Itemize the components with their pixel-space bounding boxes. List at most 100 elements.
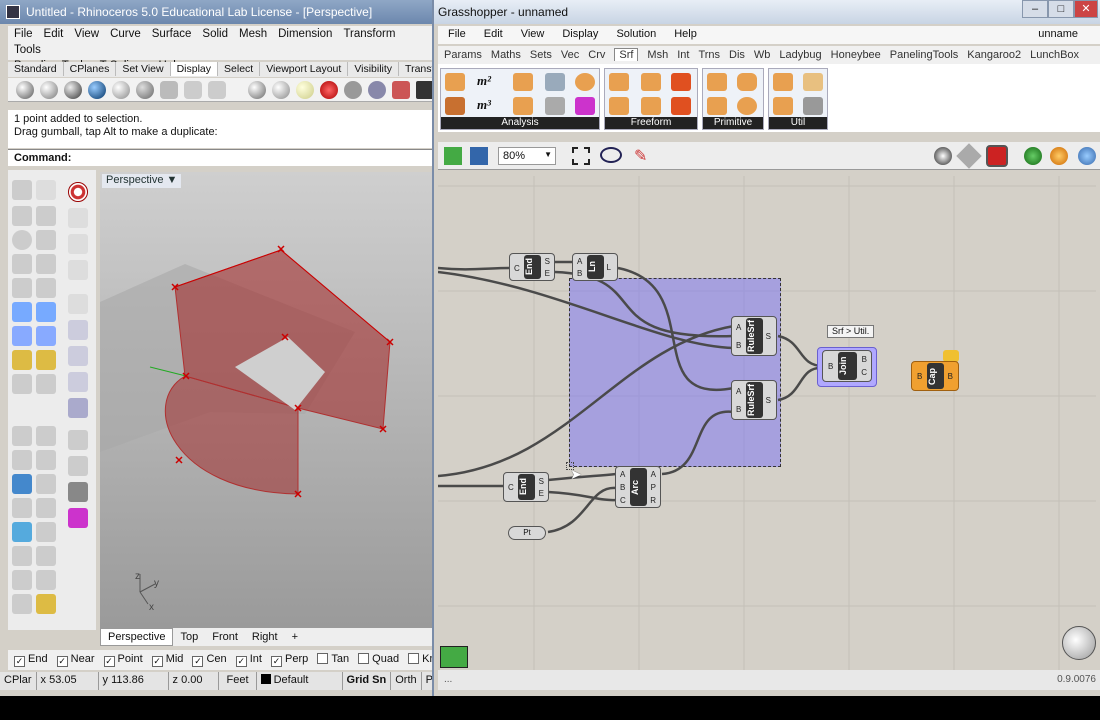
sweep-icon[interactable]: [671, 73, 691, 91]
deconstruct-brep-icon[interactable]: [445, 97, 465, 115]
surface-points-icon[interactable]: [575, 97, 595, 115]
menu-curve[interactable]: Curve: [110, 26, 141, 42]
grid-icon[interactable]: [12, 546, 32, 566]
cancel-render-icon[interactable]: [392, 81, 410, 99]
trim-icon[interactable]: [36, 374, 56, 394]
osnap-end-checkbox[interactable]: ✓: [14, 656, 25, 667]
cap-holes-icon[interactable]: [773, 73, 793, 91]
dimension-icon[interactable]: [12, 374, 32, 394]
status-ortho[interactable]: Orth: [391, 672, 422, 690]
preview-wire-icon[interactable]: [934, 147, 952, 165]
maximize-button[interactable]: □: [1048, 0, 1074, 18]
cat-msh[interactable]: Msh: [647, 49, 668, 61]
cat-crv[interactable]: Crv: [588, 49, 605, 61]
cplane-icon[interactable]: [68, 234, 88, 254]
perspective-viewport[interactable]: z y x: [100, 172, 432, 628]
rail-revolution-icon[interactable]: [671, 97, 691, 115]
menu-dimension[interactable]: Dimension: [278, 26, 332, 42]
gh-menu-help[interactable]: Help: [674, 28, 697, 40]
scale-icon[interactable]: [68, 456, 88, 476]
patch-icon[interactable]: [641, 97, 661, 115]
copy-trim-icon[interactable]: [773, 97, 793, 115]
blue-sphere-icon[interactable]: [88, 81, 106, 99]
join-icon[interactable]: [36, 498, 56, 518]
viewport-title[interactable]: Perspective ▼: [102, 174, 182, 188]
circle-icon[interactable]: [12, 230, 32, 250]
target-icon[interactable]: [320, 81, 338, 99]
pen-icon[interactable]: [184, 81, 202, 99]
dimensions-icon[interactable]: [545, 73, 565, 91]
turntable-icon[interactable]: [368, 81, 386, 99]
gh-component-end-points[interactable]: C End S E: [503, 472, 549, 502]
plane-surface-icon[interactable]: [707, 97, 727, 115]
osnap-quad-checkbox[interactable]: [358, 653, 370, 664]
viewport-tab-right[interactable]: Right: [245, 629, 285, 645]
menu-surface[interactable]: Surface: [152, 26, 192, 42]
gumball-icon[interactable]: [68, 208, 88, 228]
preview-shaded-icon[interactable]: [956, 143, 982, 169]
freeform-icon[interactable]: [36, 278, 56, 298]
osnap-mid-checkbox[interactable]: ✓: [151, 656, 163, 667]
tab-cplanes[interactable]: CPlanes: [64, 62, 117, 76]
preview-eye-icon[interactable]: [600, 147, 622, 163]
wireframe-sphere-icon[interactable]: [16, 81, 34, 99]
curve-icon[interactable]: [36, 206, 56, 226]
ghosted-sphere-icon[interactable]: [112, 81, 130, 99]
loft-icon[interactable]: [609, 73, 629, 91]
viewport-tab-perspective[interactable]: Perspective: [100, 628, 174, 646]
gh-component-cap-holes[interactable]: B Cap B: [911, 361, 959, 391]
layer-icon[interactable]: [12, 522, 32, 542]
mesh-preview-icon[interactable]: [1078, 147, 1096, 165]
status-layer[interactable]: Default: [257, 672, 343, 690]
tab-transform[interactable]: Transfo: [399, 62, 432, 76]
gh-menu-edit[interactable]: Edit: [484, 28, 503, 40]
mesh-icon[interactable]: [36, 350, 56, 370]
bulb-icon[interactable]: [296, 81, 314, 99]
cat-panelingtools[interactable]: PanelingTools: [890, 49, 959, 61]
evaluate-icon[interactable]: [575, 73, 595, 91]
gh-component-brep-join[interactable]: B Join B C: [822, 350, 872, 382]
osnap-point-checkbox[interactable]: ✓: [103, 656, 115, 667]
artistic-icon[interactable]: [208, 81, 226, 99]
technical-icon[interactable]: [160, 81, 178, 99]
gh-component-rule-surface[interactable]: A B RuleSrf S: [731, 316, 777, 356]
close-button[interactable]: ✕: [1074, 0, 1098, 18]
point-icon[interactable]: [36, 180, 56, 200]
bake-icon[interactable]: [1024, 147, 1042, 165]
sketch-pen-icon[interactable]: ✎: [634, 146, 654, 166]
render-tool-icon[interactable]: [36, 594, 56, 614]
plugin-gear-icon[interactable]: [68, 508, 88, 528]
hatch-icon[interactable]: [12, 498, 32, 518]
menu-mesh[interactable]: Mesh: [239, 26, 267, 42]
volume-icon[interactable]: m³: [477, 97, 497, 115]
gh-component-rule-surface[interactable]: A B RuleSrf S: [731, 380, 777, 420]
cat-wb[interactable]: Wb: [754, 49, 771, 61]
arc-icon[interactable]: [12, 254, 32, 274]
open-file-icon[interactable]: [444, 147, 462, 165]
tab-standard[interactable]: Standard: [8, 62, 64, 76]
render-icon[interactable]: [344, 81, 362, 99]
menu-file[interactable]: File: [14, 26, 33, 42]
tab-select[interactable]: Select: [218, 62, 261, 76]
area-icon[interactable]: m²: [477, 73, 497, 91]
box-primitive-icon[interactable]: [707, 73, 727, 91]
divide-surface-icon[interactable]: [803, 73, 823, 91]
zoom-dropdown[interactable]: 80% ▼: [498, 147, 556, 165]
fillet-icon[interactable]: [12, 450, 32, 470]
sphere-icon[interactable]: [12, 326, 32, 346]
status-planar[interactable]: Plan: [422, 672, 432, 690]
gh-menu-solution[interactable]: Solution: [616, 28, 656, 40]
cat-honeybee[interactable]: Honeybee: [831, 49, 881, 61]
gh-menu-view[interactable]: View: [521, 28, 545, 40]
save-file-icon[interactable]: [470, 147, 488, 165]
box-icon[interactable]: [12, 302, 32, 322]
cat-dis[interactable]: Dis: [729, 49, 745, 61]
cat-lunchbox[interactable]: LunchBox: [1030, 49, 1079, 61]
block-icon[interactable]: [36, 522, 56, 542]
text-icon[interactable]: [12, 474, 32, 494]
cat-sets[interactable]: Sets: [530, 49, 552, 61]
menu-solid[interactable]: Solid: [202, 26, 228, 42]
box-scale-icon[interactable]: [68, 372, 88, 392]
osnap-knot-checkbox[interactable]: [408, 653, 420, 664]
viewport-menu-arrow-icon[interactable]: ▼: [167, 174, 178, 186]
